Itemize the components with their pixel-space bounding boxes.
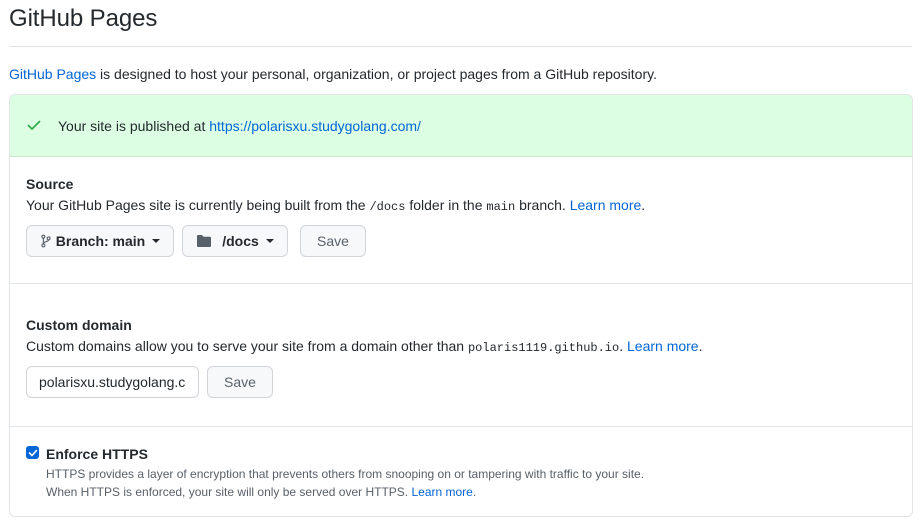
domain-desc-part: . xyxy=(698,338,703,354)
source-description: Your GitHub Pages site is currently bein… xyxy=(26,197,645,214)
checkmark-icon xyxy=(28,449,38,457)
folder-select-button[interactable]: /docs xyxy=(182,225,288,257)
page-title: GitHub Pages xyxy=(9,5,158,32)
custom-domain-input[interactable] xyxy=(26,366,199,398)
custom-domain-title: Custom domain xyxy=(26,317,132,333)
title-divider xyxy=(9,46,912,47)
enforce-https-checkbox[interactable] xyxy=(26,446,39,459)
domain-learn-more-link[interactable]: Learn more xyxy=(627,338,699,354)
branch-select-button[interactable]: Branch: main xyxy=(26,225,174,257)
https-note-part: . xyxy=(472,485,477,499)
enforce-https-label: Enforce HTTPS xyxy=(46,446,148,462)
enforce-https-section: Enforce HTTPS HTTPS provides a layer of … xyxy=(10,427,912,516)
source-desc-part: Your GitHub Pages site is currently bein… xyxy=(26,197,370,213)
domain-desc-part: . xyxy=(619,338,627,354)
git-branch-icon xyxy=(41,234,51,248)
published-site-link[interactable]: https://polarisxu.studygolang.com/ xyxy=(209,118,421,134)
branch-code: main xyxy=(486,200,516,214)
source-learn-more-link[interactable]: Learn more xyxy=(570,197,642,213)
intro-description: is designed to host your personal, organ… xyxy=(96,66,657,82)
branch-button-label: Branch: main xyxy=(55,233,146,249)
domain-save-button[interactable]: Save xyxy=(207,366,273,398)
chevron-down-icon xyxy=(265,239,274,243)
folder-button-label: /docs xyxy=(222,233,259,249)
https-note-line-1: HTTPS provides a layer of encryption tha… xyxy=(46,467,645,481)
source-desc-part: . xyxy=(641,197,646,213)
published-flash: Your site is published at https://polari… xyxy=(10,95,912,157)
published-message: Your site is published at https://polari… xyxy=(58,118,421,134)
intro-text: GitHub Pages is designed to host your pe… xyxy=(9,66,657,82)
https-note-part: When HTTPS is enforced, your site will o… xyxy=(46,485,412,499)
source-save-button[interactable]: Save xyxy=(300,225,366,257)
default-domain-code: polaris1119.github.io xyxy=(467,341,620,355)
source-desc-part: folder in the xyxy=(405,197,487,213)
pages-settings-box: Your site is published at https://polari… xyxy=(9,94,913,517)
custom-domain-section: Custom domain Custom domains allow you t… xyxy=(10,284,912,427)
folder-icon xyxy=(197,235,212,247)
https-learn-more-link[interactable]: Learn more xyxy=(411,485,472,499)
github-pages-link[interactable]: GitHub Pages xyxy=(9,66,96,82)
custom-domain-description: Custom domains allow you to serve your s… xyxy=(26,338,702,355)
check-icon xyxy=(27,120,41,130)
source-section: Source Your GitHub Pages site is current… xyxy=(10,157,912,284)
source-desc-part: branch. xyxy=(515,197,570,213)
chevron-down-icon xyxy=(152,239,161,243)
domain-desc-part: Custom domains allow you to serve your s… xyxy=(26,338,468,354)
source-title: Source xyxy=(26,176,74,192)
https-note-line-2: When HTTPS is enforced, your site will o… xyxy=(46,485,476,499)
folder-code: /docs xyxy=(369,200,406,214)
published-text: Your site is published at xyxy=(58,118,210,134)
